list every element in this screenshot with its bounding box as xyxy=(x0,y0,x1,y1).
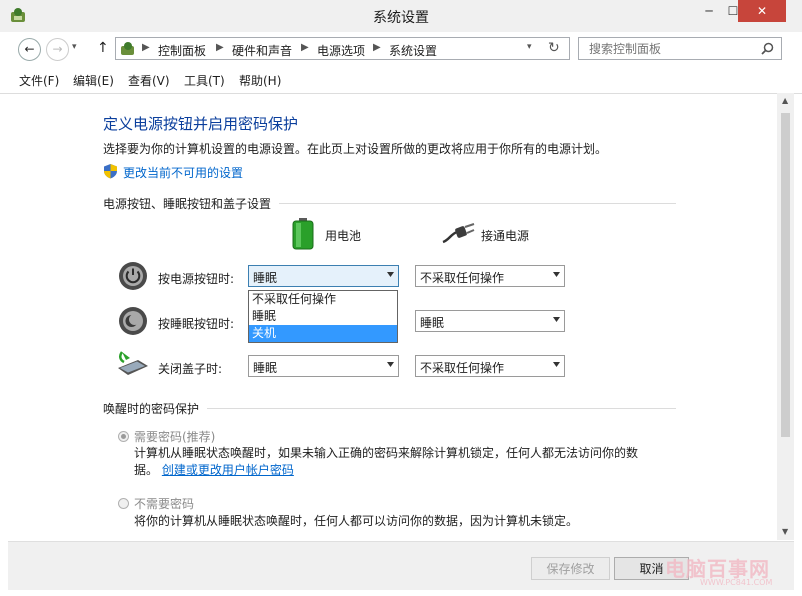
plugged-in-column-label: 接通电源 xyxy=(481,229,530,243)
breadcrumb-separator-icon[interactable]: ▶ xyxy=(142,42,150,53)
breadcrumb-hardware-sound[interactable]: 硬件和声音 xyxy=(232,42,292,59)
uac-shield-icon xyxy=(104,164,117,179)
address-bar[interactable]: ▶ 控制面板 ▶ 硬件和声音 ▶ 电源选项 ▶ 系统设置 ▾ ↻ xyxy=(115,37,570,60)
vertical-scrollbar[interactable]: ▲ ▼ xyxy=(777,93,794,540)
scroll-up-icon[interactable]: ▲ xyxy=(782,96,788,105)
breadcrumb-power-options[interactable]: 电源选项 xyxy=(317,42,365,59)
search-box[interactable] xyxy=(578,37,782,60)
sleep-button-label: 按睡眠按钮时: xyxy=(158,317,235,331)
search-icon[interactable] xyxy=(761,42,774,55)
require-password-desc-line2: 据。 创建或更改用户帐户密码 xyxy=(134,461,294,479)
page-intro: 选择要为你的计算机设置的电源设置。在此页上对设置所做的更改将应用于你所有的电源计… xyxy=(103,142,608,156)
require-password-desc-prefix: 据。 xyxy=(134,463,159,477)
require-password-label: 需要密码(推荐) xyxy=(134,430,216,444)
power-section-title: 电源按钮、睡眠按钮和盖子设置 xyxy=(103,195,280,212)
power-button-icon xyxy=(119,262,147,290)
chevron-down-icon xyxy=(553,362,560,367)
menu-view[interactable]: 查看(V) xyxy=(128,72,170,89)
menu-help[interactable]: 帮助(H) xyxy=(239,72,281,89)
refresh-icon[interactable]: ↻ xyxy=(548,40,560,56)
sleep-button-plugged-select[interactable]: 睡眠 xyxy=(415,310,565,332)
breadcrumb-control-panel[interactable]: 控制面板 xyxy=(158,42,206,59)
save-button[interactable]: 保存修改 xyxy=(531,557,610,580)
password-section-title: 唤醒时的密码保护 xyxy=(103,400,208,417)
lid-close-battery-select[interactable]: 睡眠 xyxy=(248,355,399,377)
recent-pages-chevron-icon[interactable]: ▾ xyxy=(72,42,77,52)
no-password-radio[interactable] xyxy=(118,498,129,509)
forward-button[interactable]: → xyxy=(46,38,69,61)
power-button-plugged-select[interactable]: 不采取任何操作 xyxy=(415,265,565,287)
create-change-password-link[interactable]: 创建或更改用户帐户密码 xyxy=(162,463,294,477)
back-button[interactable]: ← xyxy=(18,38,41,61)
scroll-down-icon[interactable]: ▼ xyxy=(782,527,788,536)
power-plug-icon xyxy=(442,223,475,244)
require-password-desc-line1: 计算机从睡眠状态唤醒时，如果未输入正确的密码来解除计算机锁定，任何人都无法访问你… xyxy=(134,446,639,460)
menu-file[interactable]: 文件(F) xyxy=(19,72,59,89)
menu-bar: 文件(F) 编辑(E) 查看(V) 工具(T) 帮助(H) xyxy=(0,67,802,94)
close-button[interactable]: ✕ xyxy=(738,0,786,22)
up-button[interactable]: ↑ xyxy=(97,40,109,56)
breadcrumb-separator-icon[interactable]: ▶ xyxy=(373,42,381,53)
chevron-down-icon xyxy=(553,317,560,322)
dropdown-option-sleep[interactable]: 睡眠 xyxy=(249,308,397,325)
sleep-button-icon xyxy=(119,307,147,335)
battery-icon xyxy=(292,218,314,250)
breadcrumb-system-settings[interactable]: 系统设置 xyxy=(389,42,437,59)
chevron-down-icon xyxy=(387,272,394,277)
dropdown-option-shutdown[interactable]: 关机 xyxy=(249,325,397,342)
breadcrumb-separator-icon[interactable]: ▶ xyxy=(301,42,309,53)
title-bar: 系统设置 ─ ☐ ✕ xyxy=(0,0,802,32)
power-button-label: 按电源按钮时: xyxy=(158,272,235,286)
change-unavailable-settings-link[interactable]: 更改当前不可用的设置 xyxy=(123,164,243,181)
breadcrumb-separator-icon[interactable]: ▶ xyxy=(216,42,224,53)
power-button-battery-select[interactable]: 睡眠 xyxy=(248,265,399,287)
control-panel-icon xyxy=(121,42,134,55)
menu-edit[interactable]: 编辑(E) xyxy=(73,72,114,89)
no-password-desc: 将你的计算机从睡眠状态唤醒时，任何人都可以访问你的数据，因为计算机未锁定。 xyxy=(134,514,579,528)
scrollbar-thumb[interactable] xyxy=(781,113,790,437)
menu-tools[interactable]: 工具(T) xyxy=(184,72,225,89)
dropdown-option-do-nothing[interactable]: 不采取任何操作 xyxy=(249,291,397,308)
search-input[interactable] xyxy=(587,41,751,57)
watermark-url: WWW.PC841.COM xyxy=(700,578,773,587)
lid-close-plugged-select[interactable]: 不采取任何操作 xyxy=(415,355,565,377)
address-history-chevron-icon[interactable]: ▾ xyxy=(527,42,532,52)
no-password-label: 不需要密码 xyxy=(134,497,195,511)
battery-column-label: 用电池 xyxy=(325,229,362,243)
lid-close-label: 关闭盖子时: xyxy=(158,362,223,376)
chevron-down-icon xyxy=(387,362,394,367)
require-password-radio[interactable] xyxy=(118,431,129,442)
power-button-dropdown-list: 不采取任何操作 睡眠 关机 xyxy=(248,290,398,343)
laptop-lid-icon xyxy=(118,351,148,375)
page-title: 定义电源按钮并启用密码保护 xyxy=(103,115,299,133)
window-title: 系统设置 xyxy=(373,10,429,26)
chevron-down-icon xyxy=(553,272,560,277)
